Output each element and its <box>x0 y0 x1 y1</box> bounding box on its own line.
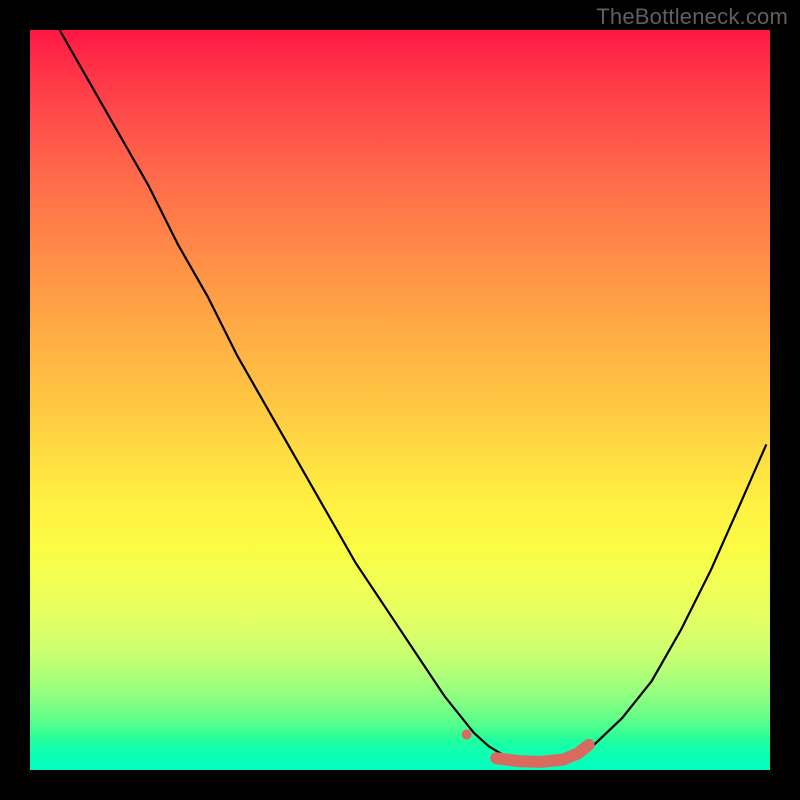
highlight-segment <box>462 729 589 761</box>
plot-area <box>30 30 770 770</box>
watermark-text: TheBottleneck.com <box>596 4 788 30</box>
chart-svg <box>30 30 770 770</box>
chart-container: TheBottleneck.com <box>0 0 800 800</box>
main-curve <box>60 30 767 764</box>
